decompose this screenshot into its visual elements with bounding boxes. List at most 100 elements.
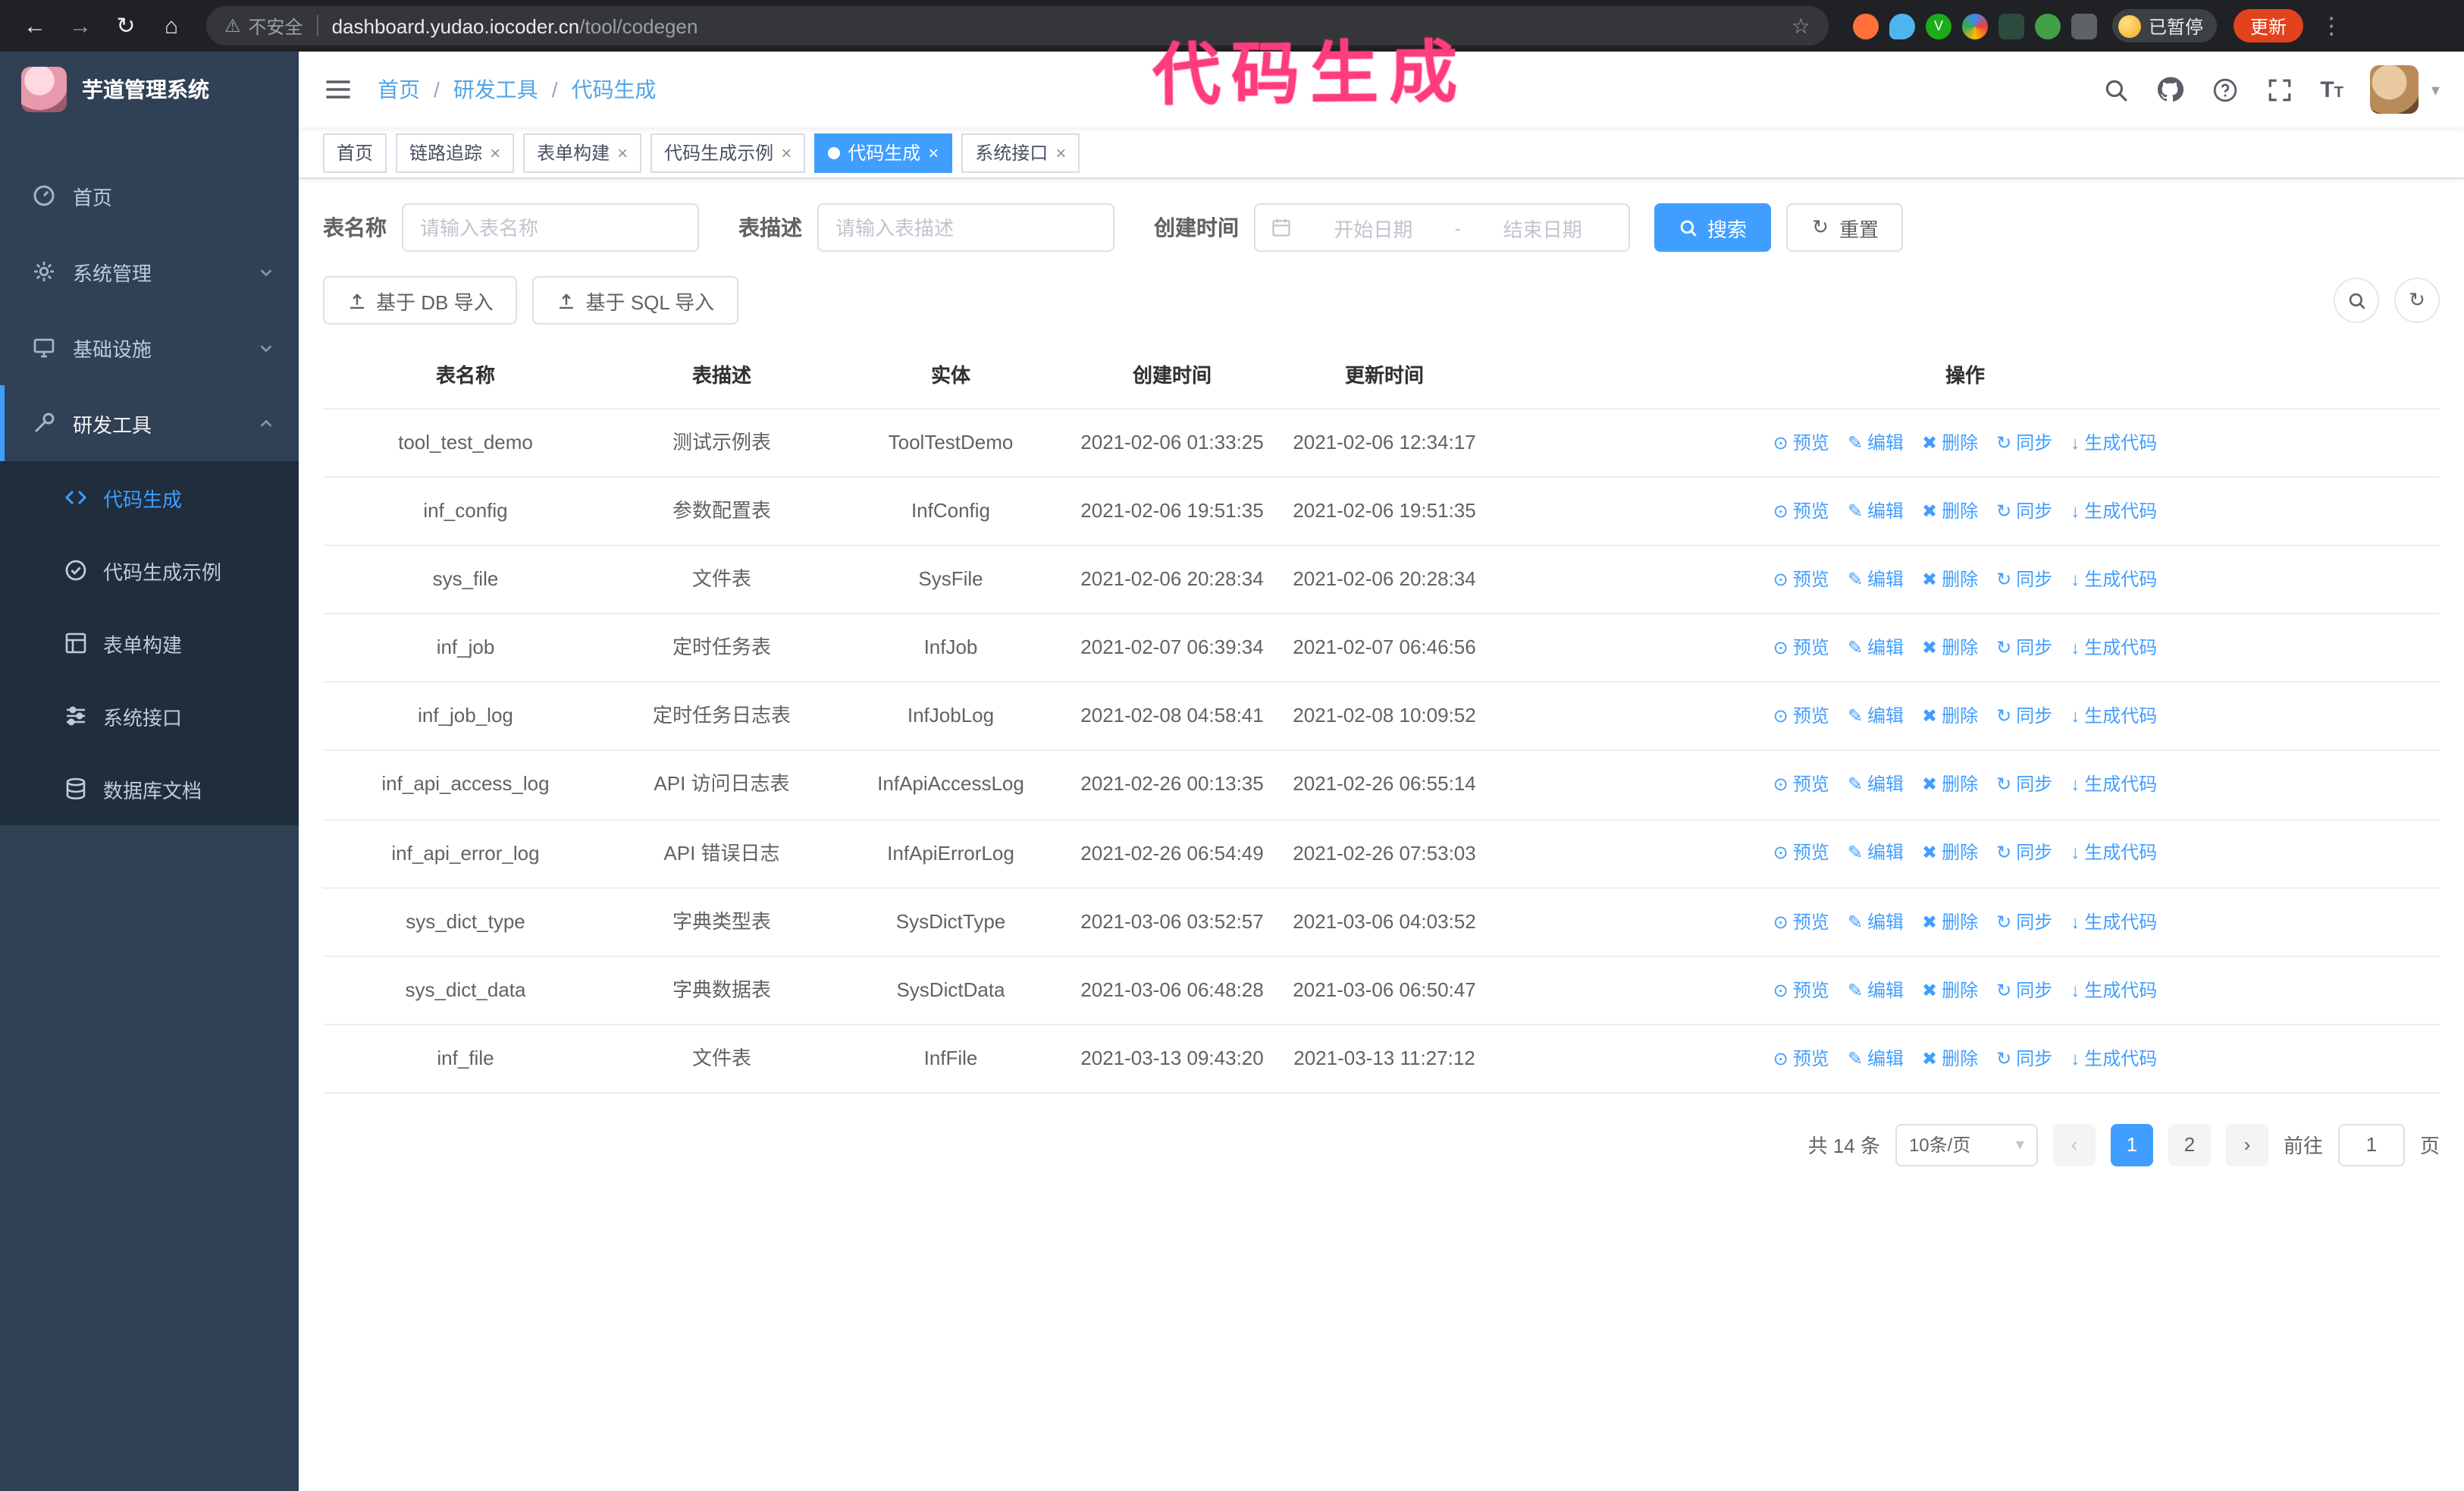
generate-code-link[interactable]: ↓ 生成代码: [2071, 632, 2157, 664]
table-desc-input[interactable]: [817, 203, 1114, 252]
preview-link[interactable]: ⊙ 预览: [1773, 906, 1829, 937]
paused-badge[interactable]: 已暂停: [2112, 9, 2218, 42]
delete-link[interactable]: ✖ 删除: [1922, 838, 1978, 869]
sidebar-item-form-builder[interactable]: 表单构建: [0, 607, 299, 680]
sidebar-item-infra[interactable]: 基础设施: [0, 309, 299, 385]
chrome-update-button[interactable]: 更新: [2234, 9, 2304, 42]
delete-link[interactable]: ✖ 删除: [1922, 701, 1978, 732]
preview-link[interactable]: ⊙ 预览: [1773, 428, 1829, 459]
sidebar-item-db-doc[interactable]: 数据库文档: [0, 752, 299, 825]
preview-link[interactable]: ⊙ 预览: [1773, 838, 1829, 869]
reset-button[interactable]: ↻ 重置: [1786, 203, 1904, 252]
browser-reload-icon[interactable]: ↻: [106, 6, 146, 46]
extension-icon-4[interactable]: [1962, 13, 1988, 39]
date-range-picker[interactable]: 开始日期 - 结束日期: [1254, 203, 1630, 252]
delete-link[interactable]: ✖ 删除: [1922, 975, 1978, 1006]
extension-puzzle-icon[interactable]: [2071, 13, 2097, 39]
delete-link[interactable]: ✖ 删除: [1922, 564, 1978, 595]
avatar-caret-icon[interactable]: ▾: [2431, 80, 2440, 99]
hamburger-icon[interactable]: [323, 74, 353, 105]
delete-link[interactable]: ✖ 删除: [1922, 632, 1978, 664]
breadcrumb-devtools[interactable]: 研发工具: [453, 74, 538, 105]
user-avatar[interactable]: [2370, 65, 2419, 114]
close-icon[interactable]: ×: [1055, 142, 1066, 163]
generate-code-link[interactable]: ↓ 生成代码: [2071, 1043, 2157, 1074]
preview-link[interactable]: ⊙ 预览: [1773, 975, 1829, 1006]
page-button-1[interactable]: 1: [2110, 1123, 2153, 1166]
edit-link[interactable]: ✎ 编辑: [1848, 428, 1904, 459]
preview-link[interactable]: ⊙ 预览: [1773, 1043, 1829, 1074]
tag-form-builder[interactable]: 表单构建 ×: [523, 133, 642, 172]
prev-page-button[interactable]: ‹: [2052, 1123, 2096, 1166]
edit-link[interactable]: ✎ 编辑: [1848, 1043, 1904, 1074]
sidebar-item-api[interactable]: 系统接口: [0, 680, 299, 752]
sync-link[interactable]: ↻ 同步: [1996, 906, 2052, 937]
import-sql-button[interactable]: 基于 SQL 导入: [532, 276, 739, 325]
sidebar-item-codegen[interactable]: 代码生成: [0, 461, 299, 534]
sidebar-item-codegen-example[interactable]: 代码生成示例: [0, 534, 299, 607]
goto-page-input[interactable]: [2337, 1123, 2405, 1166]
delete-link[interactable]: ✖ 删除: [1922, 496, 1978, 527]
edit-link[interactable]: ✎ 编辑: [1848, 838, 1904, 869]
extension-icon-2[interactable]: [1889, 13, 1915, 39]
sync-link[interactable]: ↻ 同步: [1996, 496, 2052, 527]
edit-link[interactable]: ✎ 编辑: [1848, 906, 1904, 937]
breadcrumb-home[interactable]: 首页: [378, 74, 420, 105]
tag-codegen[interactable]: 代码生成 ×: [814, 133, 953, 172]
toggle-search-button[interactable]: [2334, 278, 2379, 323]
sidebar-item-system[interactable]: 系统管理: [0, 234, 299, 309]
edit-link[interactable]: ✎ 编辑: [1848, 632, 1904, 664]
tag-codegen-example[interactable]: 代码生成示例 ×: [650, 133, 806, 172]
refresh-table-button[interactable]: ↻: [2394, 278, 2440, 323]
table-name-input[interactable]: [402, 203, 699, 252]
sidebar-logo[interactable]: 芋道管理系统: [0, 52, 299, 127]
edit-link[interactable]: ✎ 编辑: [1848, 496, 1904, 527]
preview-link[interactable]: ⊙ 预览: [1773, 770, 1829, 801]
import-db-button[interactable]: 基于 DB 导入: [323, 276, 518, 325]
delete-link[interactable]: ✖ 删除: [1922, 906, 1978, 937]
fullscreen-icon[interactable]: [2265, 76, 2293, 103]
extension-icon-6[interactable]: [2035, 13, 2061, 39]
generate-code-link[interactable]: ↓ 生成代码: [2071, 701, 2157, 732]
generate-code-link[interactable]: ↓ 生成代码: [2071, 770, 2157, 801]
tag-api[interactable]: 系统接口 ×: [961, 133, 1080, 172]
bookmark-star-icon[interactable]: ☆: [1792, 13, 1810, 39]
sync-link[interactable]: ↻ 同步: [1996, 1043, 2052, 1074]
close-icon[interactable]: ×: [617, 142, 628, 163]
generate-code-link[interactable]: ↓ 生成代码: [2071, 564, 2157, 595]
search-button[interactable]: 搜索: [1654, 203, 1772, 252]
generate-code-link[interactable]: ↓ 生成代码: [2071, 496, 2157, 527]
browser-menu-icon[interactable]: ⋮: [2320, 12, 2343, 39]
preview-link[interactable]: ⊙ 预览: [1773, 701, 1829, 732]
browser-back-icon[interactable]: ←: [15, 6, 55, 46]
preview-link[interactable]: ⊙ 预览: [1773, 496, 1829, 527]
extension-icon-5[interactable]: [1998, 13, 2024, 39]
edit-link[interactable]: ✎ 编辑: [1848, 564, 1904, 595]
delete-link[interactable]: ✖ 删除: [1922, 428, 1978, 459]
generate-code-link[interactable]: ↓ 生成代码: [2071, 906, 2157, 937]
sync-link[interactable]: ↻ 同步: [1996, 975, 2052, 1006]
close-icon[interactable]: ×: [490, 142, 500, 163]
edit-link[interactable]: ✎ 编辑: [1848, 770, 1904, 801]
extension-icon-3[interactable]: V: [1926, 13, 1951, 39]
sync-link[interactable]: ↻ 同步: [1996, 701, 2052, 732]
page-button-2[interactable]: 2: [2168, 1123, 2211, 1166]
extension-icon-1[interactable]: [1853, 13, 1879, 39]
sync-link[interactable]: ↻ 同步: [1996, 428, 2052, 459]
page-size-select[interactable]: 10条/页 ▾: [1895, 1123, 2038, 1166]
tag-tracer[interactable]: 链路追踪 ×: [396, 133, 515, 172]
search-icon[interactable]: [2102, 76, 2129, 103]
browser-forward-icon[interactable]: →: [61, 6, 100, 46]
next-page-button[interactable]: ›: [2225, 1123, 2268, 1166]
delete-link[interactable]: ✖ 删除: [1922, 1043, 1978, 1074]
generate-code-link[interactable]: ↓ 生成代码: [2071, 838, 2157, 869]
sidebar-item-home[interactable]: 首页: [0, 158, 299, 234]
preview-link[interactable]: ⊙ 预览: [1773, 564, 1829, 595]
delete-link[interactable]: ✖ 删除: [1922, 770, 1978, 801]
sync-link[interactable]: ↻ 同步: [1996, 632, 2052, 664]
close-icon[interactable]: ×: [781, 142, 792, 163]
help-icon[interactable]: [2211, 76, 2238, 103]
close-icon[interactable]: ×: [928, 142, 939, 163]
generate-code-link[interactable]: ↓ 生成代码: [2071, 975, 2157, 1006]
edit-link[interactable]: ✎ 编辑: [1848, 975, 1904, 1006]
